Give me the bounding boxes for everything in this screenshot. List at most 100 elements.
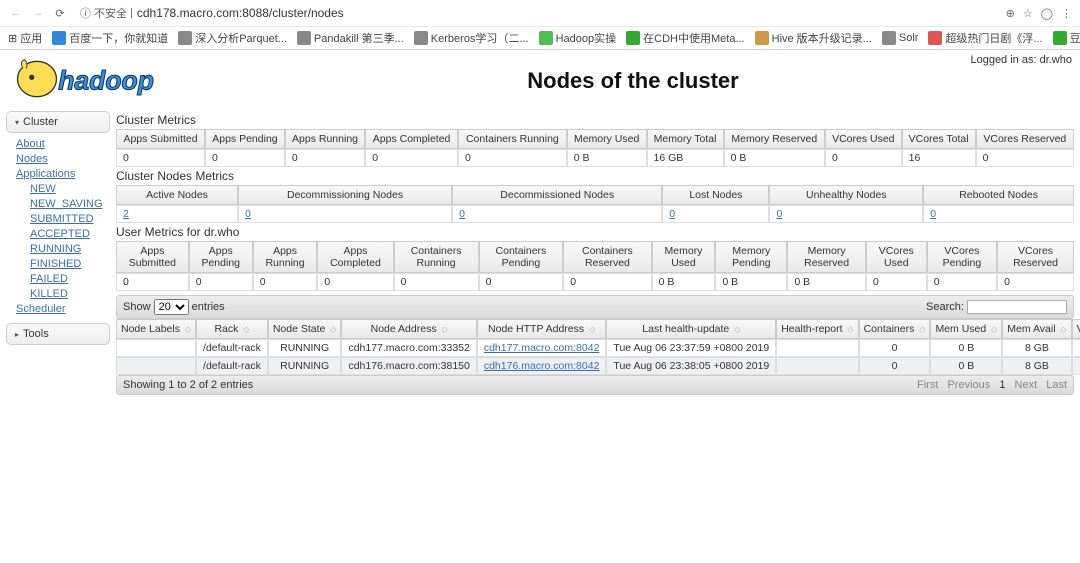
column-header[interactable]: Node Address ◇ <box>341 319 476 339</box>
column-header[interactable]: Memory Total <box>647 129 724 149</box>
bookmark-item[interactable]: 豆瓣评分9.0以上的... <box>1053 30 1080 46</box>
column-header[interactable]: Apps Completed <box>317 241 393 273</box>
sidebar-cluster-toggle[interactable]: ▾Cluster <box>6 111 110 133</box>
sidebar-link-scheduler[interactable]: Scheduler <box>16 302 110 317</box>
bookmark-item[interactable]: 百度一下，你就知道 <box>52 30 168 46</box>
sidebar-link-killed[interactable]: KILLED <box>30 287 110 302</box>
sidebar-tools-toggle[interactable]: ▸Tools <box>6 323 110 345</box>
metric-link[interactable]: 0 <box>776 208 782 220</box>
column-header[interactable]: Node State ◇ <box>268 319 342 339</box>
column-header[interactable]: VCores Used <box>825 129 902 149</box>
page-length-select[interactable]: 20 <box>154 299 189 315</box>
column-header[interactable]: VCores Reserved <box>997 241 1074 273</box>
sidebar-link-running[interactable]: RUNNING <box>30 242 110 257</box>
column-header[interactable]: VCores Total <box>902 129 976 149</box>
nodes-metrics-table: Active NodesDecommissioning NodesDecommi… <box>116 185 1074 223</box>
sidebar-link-submitted[interactable]: SUBMITTED <box>30 212 110 227</box>
profile-icon[interactable]: ◯ <box>1041 7 1053 20</box>
column-header[interactable]: Rebooted Nodes <box>923 185 1074 205</box>
column-header[interactable]: VCores Used ◇ <box>1072 319 1080 339</box>
column-header[interactable]: Apps Pending <box>189 241 253 273</box>
metric-cell: 0 <box>285 149 365 167</box>
column-header[interactable]: Apps Running <box>253 241 318 273</box>
insecure-icon[interactable]: ⓘ 不安全 | <box>80 5 133 21</box>
bookmarks-bar: ⊞ 应用 百度一下，你就知道 深入分析Parquet... Pandakill … <box>0 27 1080 49</box>
column-header[interactable]: Lost Nodes <box>662 185 769 205</box>
column-header[interactable]: Last health-update ◇ <box>606 319 776 339</box>
bookmark-item[interactable]: Hive 版本升级记录... <box>755 30 872 46</box>
column-header[interactable]: Rack ◇ <box>196 319 268 339</box>
bookmark-item[interactable]: 深入分析Parquet... <box>178 30 287 46</box>
column-header[interactable]: Health-report ◇ <box>776 319 858 339</box>
column-header[interactable]: Memory Used <box>567 129 647 149</box>
metric-link[interactable]: 0 <box>459 208 465 220</box>
column-header[interactable]: Mem Avail ◇ <box>1002 319 1071 339</box>
sidebar-link-new-saving[interactable]: NEW_SAVING <box>30 197 110 212</box>
column-header[interactable]: Containers Running <box>394 241 479 273</box>
metric-link[interactable]: 0 <box>669 208 675 220</box>
column-header[interactable]: VCores Reserved <box>976 129 1074 149</box>
pager-next[interactable]: Next <box>1015 379 1038 391</box>
column-header[interactable]: Mem Used ◇ <box>930 319 1002 339</box>
column-header[interactable]: Memory Reserved <box>787 241 865 273</box>
bookmark-item[interactable]: Hadoop实操 <box>539 30 617 46</box>
node-http-link[interactable]: cdh177.macro.com:8042 <box>484 342 600 354</box>
bookmark-star-icon[interactable]: ☆ <box>1023 7 1033 20</box>
pager-first[interactable]: First <box>917 379 938 391</box>
sidebar-link-applications[interactable]: Applications <box>16 167 110 182</box>
column-header[interactable]: Containers Reserved <box>563 241 651 273</box>
sidebar-link-about[interactable]: About <box>16 137 110 152</box>
column-header[interactable]: VCores Pending <box>927 241 997 273</box>
metric-link[interactable]: 0 <box>930 208 936 220</box>
bookmark-item[interactable]: Kerberos学习（二... <box>414 30 529 46</box>
column-header[interactable]: Containers ◇ <box>859 319 931 339</box>
column-header[interactable]: Apps Pending <box>205 129 285 149</box>
pager-last[interactable]: Last <box>1046 379 1067 391</box>
bookmark-item[interactable]: Pandakill 第三季... <box>297 30 404 46</box>
pager-page-1[interactable]: 1 <box>999 379 1005 391</box>
column-header[interactable]: Memory Used <box>652 241 716 273</box>
search-label: Search: <box>926 301 964 313</box>
url-bar[interactable]: ⓘ 不安全 | cdh178.macro.com:8088/cluster/no… <box>74 3 1000 23</box>
reload-icon[interactable]: ⟳ <box>52 5 68 21</box>
bookmark-item[interactable]: 在CDH中使用Meta... <box>626 30 744 46</box>
metric-cell: 0 <box>825 149 902 167</box>
bookmark-item[interactable]: Solr <box>882 31 919 45</box>
sidebar-link-nodes[interactable]: Nodes <box>16 152 110 167</box>
column-header[interactable]: Apps Completed <box>365 129 458 149</box>
column-header[interactable]: Memory Pending <box>715 241 787 273</box>
browser-chrome: ← → ⟳ ⓘ 不安全 | cdh178.macro.com:8088/clus… <box>0 0 1080 50</box>
back-icon[interactable]: ← <box>8 5 24 21</box>
column-header[interactable]: Active Nodes <box>116 185 238 205</box>
column-header[interactable]: Node HTTP Address ◇ <box>477 319 607 339</box>
more-icon[interactable]: ⋮ <box>1061 7 1072 20</box>
column-header[interactable]: Apps Running <box>285 129 365 149</box>
metric-link[interactable]: 2 <box>123 208 129 220</box>
translate-icon[interactable]: ⊕ <box>1006 7 1015 20</box>
datatable-controls: Show 20 entries Search: <box>116 295 1074 319</box>
sidebar-link-new[interactable]: NEW <box>30 182 110 197</box>
column-header[interactable]: Containers Pending <box>479 241 564 273</box>
column-header[interactable]: Apps Submitted <box>116 241 189 273</box>
column-header[interactable]: Memory Reserved <box>724 129 825 149</box>
column-header[interactable]: Unhealthy Nodes <box>769 185 923 205</box>
sidebar-link-failed[interactable]: FAILED <box>30 272 110 287</box>
search-input[interactable] <box>967 300 1067 314</box>
pager-prev[interactable]: Previous <box>947 379 990 391</box>
metric-link[interactable]: 0 <box>245 208 251 220</box>
metric-cell: 0 <box>479 273 564 291</box>
column-header[interactable]: Decommissioning Nodes <box>238 185 452 205</box>
column-header[interactable]: VCores Used <box>866 241 927 273</box>
column-header[interactable]: Node Labels ◇ <box>116 319 196 339</box>
column-header[interactable]: Containers Running <box>458 129 567 149</box>
sidebar-link-accepted[interactable]: ACCEPTED <box>30 227 110 242</box>
bookmark-item[interactable]: 超级热门日剧《浮... <box>928 30 1042 46</box>
apps-icon[interactable]: ⊞ 应用 <box>8 30 42 46</box>
node-http-link[interactable]: cdh176.macro.com:8042 <box>484 360 600 372</box>
cluster-metrics-title: Cluster Metrics <box>116 113 1074 127</box>
url-text: cdh178.macro.com:8088/cluster/nodes <box>137 6 344 20</box>
sidebar-link-finished[interactable]: FINISHED <box>30 257 110 272</box>
hadoop-logo[interactable]: hadoop <box>6 56 186 105</box>
column-header[interactable]: Apps Submitted <box>116 129 205 149</box>
column-header[interactable]: Decommissioned Nodes <box>452 185 662 205</box>
